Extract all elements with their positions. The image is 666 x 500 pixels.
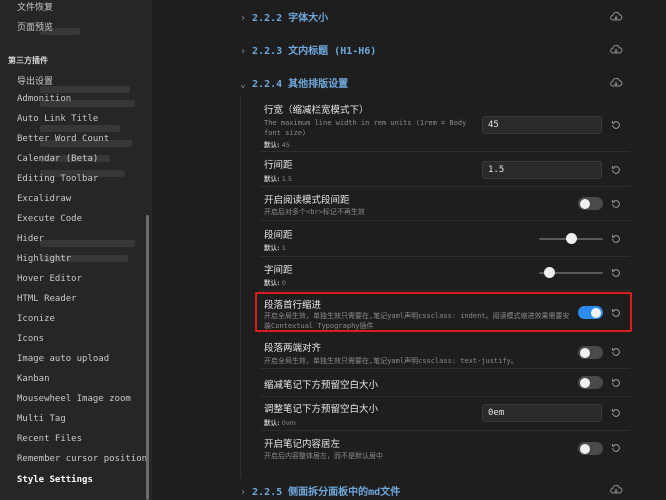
sidebar-scrollbar[interactable] <box>146 215 149 500</box>
cloud-reload-icon[interactable] <box>609 75 623 89</box>
sidebar-item-auto-link-title[interactable]: Auto Link Title <box>17 114 98 124</box>
section-headings[interactable]: › 2.2.3 文内标题 (H1-H6) <box>240 42 376 57</box>
chevron-right-icon: › <box>240 13 247 24</box>
setting-reading-paragraph-spacing-desc: 开启后对多个<br>标记不再生效 <box>264 208 365 216</box>
justify-toggle[interactable] <box>578 346 603 359</box>
reset-icon[interactable] <box>610 198 622 210</box>
slider-thumb[interactable] <box>544 267 556 278</box>
reset-icon[interactable] <box>610 346 622 358</box>
slider-thumb[interactable] <box>565 233 577 244</box>
setting-line-width-desc: The maximum line width in rem units (1re… <box>264 119 467 137</box>
reading-paragraph-spacing-toggle[interactable] <box>578 197 603 210</box>
sidebar-item-admonition[interactable]: Admonition <box>17 94 71 104</box>
setting-justify-title: 段落两端对齐 <box>264 343 322 354</box>
chevron-down-icon: ⌄ <box>240 79 247 90</box>
settings-sidebar: 文件恢复 页面预览 第三方插件 导出设置 Admonition Auto Lin… <box>0 0 152 500</box>
reset-icon[interactable] <box>610 267 622 279</box>
section-split-pane-md[interactable]: › 2.2.5 侧面拆分面板中的md文件 <box>240 483 400 498</box>
setting-line-height-default: 默认: 1.5 <box>264 175 293 183</box>
row-divider <box>260 430 630 431</box>
sidebar-item-image-auto-upload[interactable]: Image auto upload <box>17 354 109 364</box>
reduce-bottom-space-toggle[interactable] <box>578 376 603 389</box>
setting-first-line-indent-title: 段落首行缩进 <box>264 300 322 311</box>
setting-paragraph-spacing-default: 默认: 1 <box>264 244 286 252</box>
sidebar-item-remember-cursor-position[interactable]: Remember cursor position <box>17 454 147 464</box>
sidebar-item-better-word-count[interactable]: Better Word Count <box>17 134 109 144</box>
sidebar-item-html-reader[interactable]: HTML Reader <box>17 294 77 304</box>
setting-first-line-indent-desc: 开启全局生效，单独生效只需要在,笔记yaml声明cssclass: indent… <box>264 312 570 330</box>
sidebar-item-excalidraw[interactable]: Excalidraw <box>17 194 71 204</box>
row-divider <box>260 220 630 221</box>
align-left-toggle[interactable] <box>578 442 603 455</box>
reset-icon[interactable] <box>610 233 622 245</box>
sidebar-item-icons[interactable]: Icons <box>17 334 44 344</box>
setting-line-width-title: 行宽（缩减栏宽模式下） <box>264 105 369 116</box>
line-height-input[interactable]: 1.5 <box>482 161 602 179</box>
setting-justify-desc: 开启全局生效，单独生效只需要在,笔记yaml声明cssclass: text-j… <box>264 357 518 365</box>
setting-align-left-desc: 开启后内容整体居左，而不是默认居中 <box>264 452 383 460</box>
setting-letter-spacing-title: 字间距 <box>264 265 293 276</box>
sidebar-item-execute-code[interactable]: Execute Code <box>17 214 82 224</box>
setting-line-width-default: 默认: 45 <box>264 141 290 149</box>
chevron-right-icon: › <box>240 487 247 498</box>
sidebar-item-kanban[interactable]: Kanban <box>17 374 50 384</box>
sidebar-item-page-preview[interactable]: 页面预览 <box>17 20 53 33</box>
row-divider <box>260 151 630 152</box>
setting-adjust-bottom-space-title: 调整笔记下方预留空白大小 <box>264 404 379 415</box>
sidebar-item-export-settings[interactable]: 导出设置 <box>17 74 53 87</box>
paragraph-spacing-slider[interactable] <box>539 233 603 244</box>
sidebar-section-label: 第三方插件 <box>8 56 48 65</box>
sidebar-item-editing-toolbar[interactable]: Editing Toolbar <box>17 174 98 184</box>
letter-spacing-slider[interactable] <box>539 267 603 278</box>
reset-icon[interactable] <box>610 407 622 419</box>
bottom-space-input[interactable]: 0em <box>482 404 602 422</box>
reset-icon[interactable] <box>610 164 622 176</box>
sidebar-item-file-recovery[interactable]: 文件恢复 <box>17 0 53 13</box>
sidebar-item-multi-tag[interactable]: Multi Tag <box>17 414 66 424</box>
setting-adjust-bottom-space-default: 默认: 0vm <box>264 419 297 427</box>
reset-icon[interactable] <box>610 442 622 454</box>
settings-content: › 2.2.2 字体大小 › 2.2.3 文内标题 (H1-H6) ⌄ 2.2.4 其… <box>152 0 666 500</box>
section-guide-line <box>240 96 241 478</box>
sidebar-item-calendar[interactable]: Calendar (Beta) <box>17 154 98 164</box>
reset-icon[interactable] <box>610 377 622 389</box>
reset-icon[interactable] <box>610 119 622 131</box>
sidebar-item-mousewheel-image-zoom[interactable]: Mousewheel Image zoom <box>17 394 131 404</box>
section-font-size[interactable]: › 2.2.2 字体大小 <box>240 9 328 24</box>
setting-reduce-bottom-space-title: 缩减笔记下方预留空白大小 <box>264 380 379 391</box>
line-width-input[interactable]: 45 <box>482 116 602 134</box>
setting-paragraph-spacing-title: 段间距 <box>264 230 293 241</box>
sidebar-item-hider[interactable]: Hider <box>17 234 44 244</box>
cloud-reload-icon[interactable] <box>609 42 623 56</box>
sidebar-item-highlightr[interactable]: Highlightr <box>17 254 71 264</box>
row-divider <box>260 368 630 369</box>
reset-icon[interactable] <box>610 307 622 319</box>
cloud-reload-icon[interactable] <box>609 482 623 496</box>
row-divider <box>260 290 630 291</box>
chevron-right-icon: › <box>240 46 247 57</box>
row-divider <box>260 256 630 257</box>
row-divider <box>260 396 630 397</box>
cloud-reload-icon[interactable] <box>609 9 623 23</box>
section-other-typesetting[interactable]: ⌄ 2.2.4 其他排版设置 <box>240 75 348 90</box>
setting-align-left-title: 开启笔记内容居左 <box>264 439 341 450</box>
sidebar-item-recent-files[interactable]: Recent Files <box>17 434 82 444</box>
first-line-indent-toggle[interactable] <box>578 306 603 319</box>
sidebar-item-hover-editor[interactable]: Hover Editor <box>17 274 82 284</box>
setting-letter-spacing-default: 默认: 0 <box>264 279 286 287</box>
setting-line-height-title: 行间距 <box>264 160 293 171</box>
row-divider <box>260 186 630 187</box>
sidebar-item-iconize[interactable]: Iconize <box>17 314 55 324</box>
setting-reading-paragraph-spacing-title: 开启阅读模式段间距 <box>264 195 350 206</box>
sidebar-item-style-settings[interactable]: Style Settings <box>17 475 93 485</box>
